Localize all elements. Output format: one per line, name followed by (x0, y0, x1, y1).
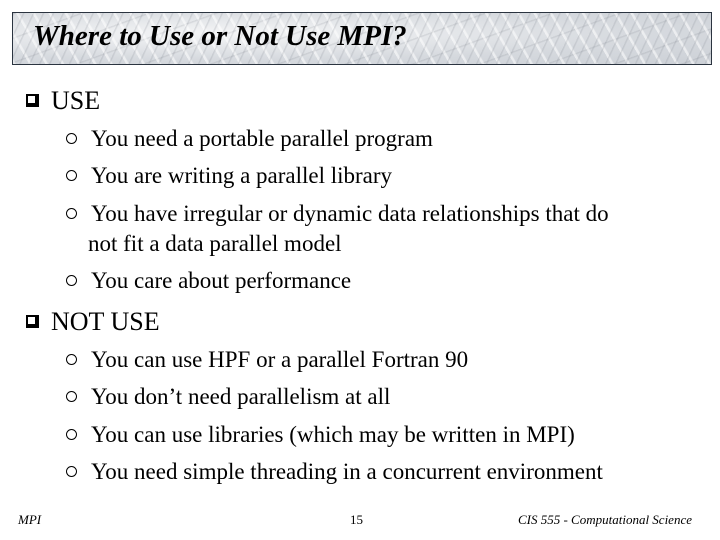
list-item: You are writing a parallel library (64, 163, 392, 189)
list-item-text: You are writing a parallel library (91, 163, 393, 188)
list-item-text: You have irregular or dynamic data relat… (91, 201, 609, 226)
list-item-text: You can use libraries (which may be writ… (91, 422, 575, 447)
list-item: You can use libraries (which may be writ… (64, 422, 575, 448)
section-heading-text: USE (51, 86, 101, 115)
circle-bullet-icon (66, 466, 77, 477)
circle-bullet-icon (66, 429, 77, 440)
list-item-text: You can use HPF or a parallel Fortran 90 (91, 347, 469, 372)
list-item: You need simple threading in a concurren… (64, 459, 603, 485)
footer-left-label: MPI (18, 512, 42, 527)
square-bullet-icon (26, 94, 39, 107)
list-item: You have irregular or dynamic data relat… (64, 201, 609, 227)
footer-course-label: CIS 555 - Computational Science (517, 512, 692, 527)
circle-bullet-icon (66, 170, 77, 181)
square-bullet-icon (26, 315, 39, 328)
list-item-text: You don’t need parallelism at all (91, 384, 391, 409)
slide-title: Where to Use or Not Use MPI? (33, 20, 407, 52)
title-bar: Where to Use or Not Use MPI? (12, 12, 712, 65)
page-number: 15 (350, 512, 363, 527)
circle-bullet-icon (66, 208, 77, 219)
circle-bullet-icon (66, 391, 77, 402)
list-item: You can use HPF or a parallel Fortran 90 (64, 347, 468, 373)
list-item-text: You need a portable parallel program (91, 126, 433, 151)
circle-bullet-icon (66, 133, 77, 144)
list-item: You care about performance (64, 268, 351, 294)
circle-bullet-icon (66, 275, 77, 286)
circle-bullet-icon (66, 354, 77, 365)
list-item-text: You care about performance (91, 268, 352, 293)
list-item: You need a portable parallel program (64, 126, 433, 152)
list-item-continuation: not fit a data parallel model (88, 231, 342, 256)
section-heading-text: NOT USE (51, 307, 160, 336)
section-heading-use: USE (26, 86, 100, 116)
list-item: You don’t need parallelism at all (64, 384, 390, 410)
section-heading-not-use: NOT USE (26, 307, 160, 337)
list-item-text: You need simple threading in a concurren… (91, 459, 603, 484)
